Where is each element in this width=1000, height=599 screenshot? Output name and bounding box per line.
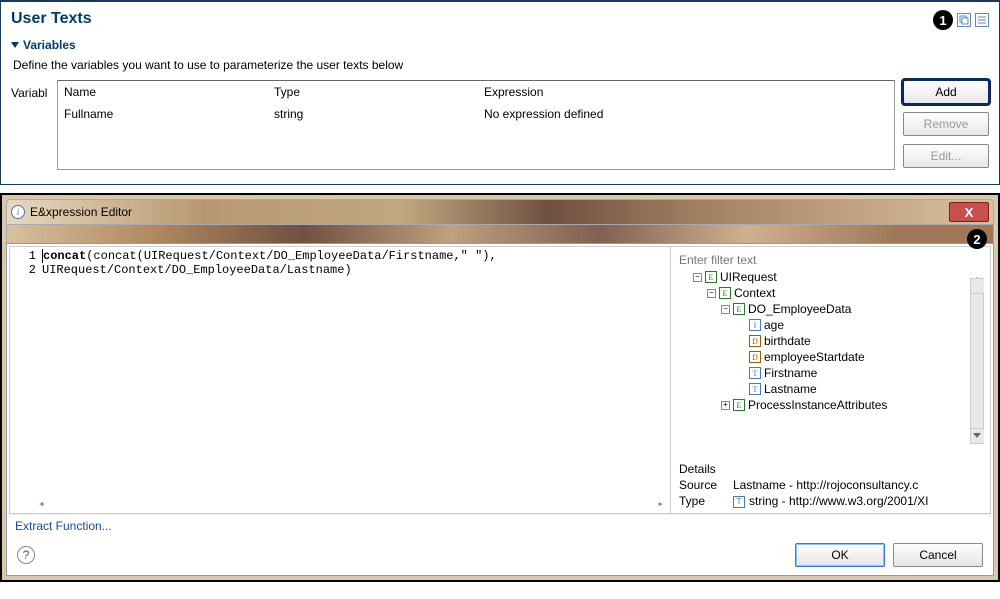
remove-button[interactable]: Remove <box>903 112 989 136</box>
col-expr-header: Expression <box>484 85 888 99</box>
cell-expr: No expression defined <box>484 107 888 121</box>
table-row[interactable]: Fullname string No expression defined <box>58 103 894 125</box>
text-icon: T <box>749 383 761 395</box>
add-button[interactable]: Add <box>903 80 989 104</box>
close-icon: X <box>965 205 974 220</box>
tree-collapse-icon[interactable]: − <box>707 289 716 298</box>
element-icon: E <box>719 287 731 299</box>
callout-1-badge: 1 <box>933 10 953 30</box>
line-number: 2 <box>10 263 42 277</box>
col-type-header: Type <box>274 85 484 99</box>
element-icon: E <box>733 303 745 315</box>
tree-expand-icon[interactable]: + <box>721 401 730 410</box>
source-value: Lastname - http://rojoconsultancy.c <box>733 478 984 492</box>
close-button[interactable]: X <box>949 202 989 222</box>
callout-2-badge: 2 <box>967 229 987 249</box>
tree-node-age[interactable]: Iage <box>679 317 984 333</box>
data-tree-pane: −EUIRequest −EContext −EDO_EmployeeData … <box>670 247 990 513</box>
dialog-toolbar-decor: 2 <box>6 225 994 243</box>
chevron-down-icon <box>11 42 19 48</box>
element-icon: E <box>733 399 745 411</box>
panel-title: User Texts <box>11 10 989 28</box>
user-texts-panel: User Texts 1 Variables Define the variab… <box>0 0 1000 185</box>
scroll-left-icon[interactable]: ◂ <box>38 497 45 511</box>
expression-code-editor[interactable]: 1 concat(concat(UIRequest/Context/DO_Emp… <box>10 247 670 513</box>
scroll-right-icon[interactable]: ▸ <box>657 497 664 511</box>
source-label: Source <box>679 478 733 492</box>
ok-button[interactable]: OK <box>795 543 885 567</box>
cell-name: Fullname <box>64 107 274 121</box>
tree-node-employeestartdate[interactable]: DemployeeStartdate <box>679 349 984 365</box>
tree-node-lastname[interactable]: TLastname <box>679 381 984 397</box>
type-label: Type <box>679 494 733 508</box>
tree-node-uirequest[interactable]: −EUIRequest <box>679 269 984 285</box>
type-value: Tstring - http://www.w3.org/2001/XI <box>733 494 984 508</box>
tree-node-employeedata[interactable]: −EDO_EmployeeData <box>679 301 984 317</box>
table-header: Name Type Expression <box>58 81 894 103</box>
date-icon: D <box>749 351 761 363</box>
help-icon[interactable]: ? <box>17 546 35 564</box>
tree-node-context[interactable]: −EContext <box>679 285 984 301</box>
col-name-header: Name <box>64 85 274 99</box>
integer-icon: I <box>749 319 761 331</box>
tree-scrollbar[interactable] <box>970 291 984 431</box>
restore-view-icon[interactable] <box>957 13 971 27</box>
edit-button[interactable]: Edit... <box>903 144 989 168</box>
tree-node-firstname[interactable]: TFirstname <box>679 365 984 381</box>
tree-collapse-icon[interactable]: − <box>693 273 702 282</box>
variables-field-label: Variabl <box>11 80 57 100</box>
scroll-down-icon[interactable] <box>973 433 981 438</box>
type-icon: T <box>733 496 745 508</box>
element-icon: E <box>705 271 717 283</box>
filter-input[interactable] <box>679 251 984 269</box>
dialog-titlebar[interactable]: i E&xpression Editor X <box>6 199 994 225</box>
section-description: Define the variables you want to use to … <box>13 58 989 72</box>
cancel-button[interactable]: Cancel <box>893 543 983 567</box>
extract-function-link[interactable]: Extract Function... <box>9 514 991 537</box>
variables-table[interactable]: Name Type Expression Fullname string No … <box>57 80 895 170</box>
dialog-icon: i <box>11 205 25 219</box>
collapse-view-icon[interactable] <box>975 13 989 27</box>
date-icon: D <box>749 335 761 347</box>
section-label: Variables <box>23 38 76 52</box>
details-panel: Details Source Lastname - http://rojocon… <box>679 461 984 509</box>
cell-type: string <box>274 107 484 121</box>
expression-editor-dialog: i E&xpression Editor X 2 1 concat(concat… <box>0 193 1000 582</box>
tree-node-birthdate[interactable]: Dbirthdate <box>679 333 984 349</box>
context-tree[interactable]: −EUIRequest −EContext −EDO_EmployeeData … <box>679 269 984 457</box>
tree-collapse-icon[interactable]: − <box>721 305 730 314</box>
line-number: 1 <box>10 249 42 263</box>
dialog-title: E&xpression Editor <box>30 205 132 219</box>
tree-node-processattrs[interactable]: +EProcessInstanceAttributes <box>679 397 984 413</box>
variables-section-toggle[interactable]: Variables <box>11 38 989 52</box>
details-heading: Details <box>679 462 733 476</box>
text-icon: T <box>749 367 761 379</box>
